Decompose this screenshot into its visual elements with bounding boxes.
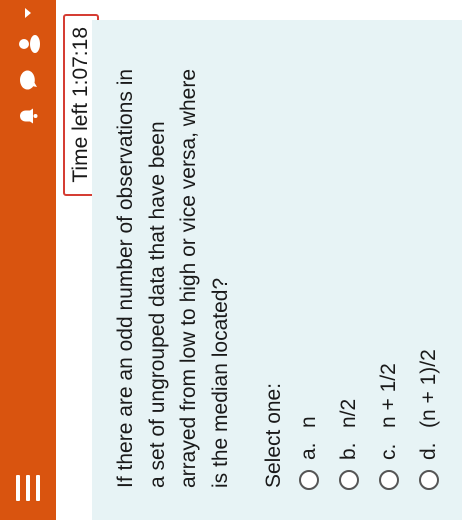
option-d[interactable]: d. (n + 1)/2: [414, 349, 444, 490]
radio-d[interactable]: [419, 470, 439, 490]
timer-area: Time left 1:07:18: [56, 0, 99, 520]
radio-b[interactable]: [339, 470, 359, 490]
dropdown-caret-icon[interactable]: [0, 0, 56, 26]
navbar-icons: [0, 0, 56, 134]
chat-bubble-icon[interactable]: [0, 62, 56, 98]
radio-c[interactable]: [379, 470, 399, 490]
user-avatar-icon[interactable]: [0, 26, 56, 62]
option-text: n + 1/2: [377, 363, 400, 428]
radio-a[interactable]: [299, 470, 319, 490]
option-b[interactable]: b. n/2: [334, 399, 364, 490]
option-letter: d.: [417, 442, 440, 460]
question-card: If there are an odd number of observatio…: [92, 20, 462, 520]
option-a[interactable]: a. n: [294, 416, 324, 490]
quiz-screen: Time left 1:07:18 If there are an odd nu…: [0, 0, 474, 520]
select-one-label: Select one:: [262, 382, 285, 488]
question-text: If there are an odd number of observatio…: [114, 68, 232, 488]
bell-icon[interactable]: [0, 98, 56, 134]
time-left-text: Time left 1:07:18: [69, 27, 92, 183]
option-letter: a.: [297, 442, 320, 460]
option-letter: b.: [337, 442, 360, 460]
top-navbar: [0, 0, 56, 520]
option-text: (n + 1)/2: [417, 349, 440, 428]
option-text: n/2: [337, 398, 360, 428]
option-text: n: [297, 416, 320, 428]
option-letter: c.: [377, 443, 400, 460]
hamburger-menu-icon[interactable]: [10, 470, 46, 506]
option-c[interactable]: c. n + 1/2: [374, 363, 404, 490]
